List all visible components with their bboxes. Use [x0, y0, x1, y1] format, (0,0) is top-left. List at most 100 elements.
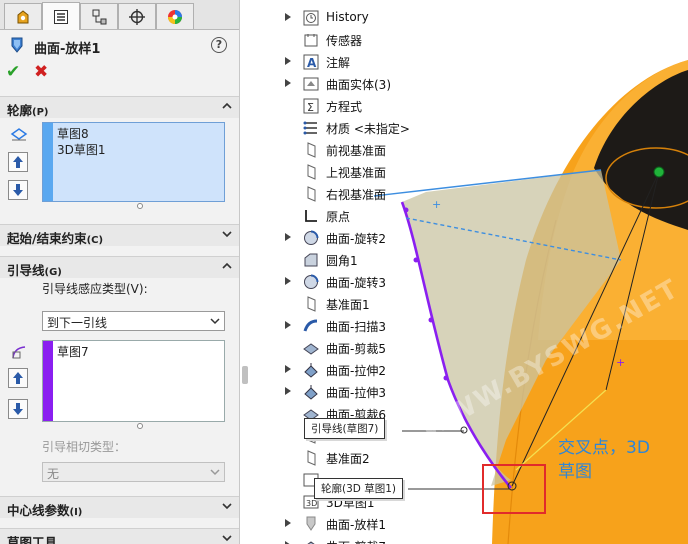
section-centerline-header[interactable]: 中心线参数(I) [0, 496, 239, 518]
help-button[interactable]: ? [211, 37, 227, 53]
tab-property-manager[interactable] [42, 2, 80, 30]
chevron-right-icon[interactable] [284, 364, 292, 374]
chevron-up-icon [222, 102, 232, 109]
list-item[interactable]: 3D草图1 [57, 141, 106, 158]
svg-text:Σ: Σ [307, 101, 314, 114]
fillet-icon [304, 253, 318, 267]
chevron-down-icon [222, 231, 232, 238]
profile-selection-icon [10, 128, 28, 141]
tree-node-label: 曲面-扫描3 [326, 320, 386, 334]
list-resize-handle[interactable] [137, 423, 143, 429]
plane-icon [307, 296, 316, 312]
origin-icon [305, 210, 317, 222]
guide-move-down-button[interactable] [8, 399, 28, 419]
arrow-down-icon [13, 403, 23, 415]
tab-configuration-manager[interactable] [80, 3, 118, 29]
property-manager-panel: 曲面-放样1 ? ✔ ✖ 轮廓(P) 草图8 3D草图1 起始/结束约束(C) [0, 0, 240, 544]
list-item[interactable]: 草图8 [57, 125, 89, 142]
feature-manager-icon [17, 9, 29, 23]
chevron-right-icon[interactable] [284, 56, 292, 66]
annotation-line1: 交叉点，3D [558, 438, 650, 458]
section-start-end-key: (C) [86, 235, 104, 246]
splitter-grip[interactable] [242, 366, 248, 384]
svg-text:A: A [307, 56, 317, 70]
list-resize-handle[interactable] [137, 203, 143, 209]
sensor-icon [304, 34, 318, 47]
chevron-right-icon[interactable] [284, 78, 292, 88]
chevron-right-icon[interactable] [284, 232, 292, 242]
guide-influence-select[interactable]: 到下一引线 [42, 311, 225, 331]
chevron-down-icon [210, 469, 220, 476]
guide-tangent-select[interactable]: 无 [42, 462, 225, 482]
plus-marker: + [616, 356, 625, 369]
surface-sweep-icon [303, 319, 318, 332]
tree-node-label: 原点 [326, 210, 351, 224]
profile-color-bar [43, 123, 53, 201]
intersection-highlight-box [482, 464, 546, 514]
surface-loft-icon [11, 37, 23, 53]
tree-node-label: 右视基准面 [326, 188, 387, 202]
chevron-up-icon [222, 262, 232, 269]
cancel-button[interactable]: ✖ [34, 62, 48, 82]
surface-trim-icon [303, 343, 319, 355]
surface-revolve-icon [304, 230, 319, 245]
tree-node-label: 曲面-拉伸3 [326, 386, 386, 400]
chevron-right-icon[interactable] [284, 276, 292, 286]
tree-node-label: 曲面-旋转2 [326, 232, 386, 246]
plane-icon [307, 450, 316, 466]
section-profile-header[interactable]: 轮廓(P) [0, 96, 239, 118]
guide-list[interactable]: 草图7 [42, 340, 225, 422]
move-down-button[interactable] [8, 180, 28, 200]
guide-point [428, 317, 434, 323]
section-sketch-tools-header[interactable]: 草图工具 [0, 528, 239, 544]
manager-tabs [0, 0, 239, 30]
callout-profile: 轮廓(3D 草图1) [314, 478, 403, 499]
ok-button[interactable]: ✔ [6, 62, 20, 82]
section-start-end-title: 起始/结束约束 [7, 231, 87, 246]
chevron-right-icon[interactable] [284, 12, 292, 22]
dimxpert-icon [129, 8, 145, 25]
configuration-manager-icon [92, 9, 107, 24]
chevron-right-icon[interactable] [284, 540, 292, 544]
guide-point [443, 375, 449, 381]
guide-curve-icon [12, 346, 26, 359]
history-icon [303, 10, 319, 26]
annotation-text: 交叉点，3D 草图 [558, 436, 650, 484]
tree-node-label: 基准面1 [326, 298, 370, 312]
chevron-right-icon[interactable] [284, 320, 292, 330]
tree-node-label: 前视基准面 [326, 144, 387, 158]
tree-node-label: 曲面-剪裁7 [326, 538, 386, 544]
chevron-down-icon [222, 535, 232, 542]
guide-tangent-value: 无 [47, 467, 60, 481]
tree-node-label: 基准面2 [326, 452, 370, 466]
guide-color-bar [43, 341, 53, 421]
chevron-right-icon[interactable] [284, 518, 292, 528]
tree-node-label: 注解 [326, 56, 351, 70]
move-up-button[interactable] [8, 152, 28, 172]
display-manager-icon [168, 9, 182, 24]
tree-node-label: 材质 <未指定> [326, 122, 410, 136]
svg-text:3D: 3D [306, 499, 317, 508]
list-item[interactable]: 草图7 [57, 343, 89, 360]
chevron-right-icon[interactable] [284, 386, 292, 396]
guide-tangent-label: 引导相切类型： [42, 440, 127, 454]
section-start-end-header[interactable]: 起始/结束约束(C) [0, 224, 239, 246]
guide-move-up-button[interactable] [8, 368, 28, 388]
tree-node-label: 圆角1 [326, 254, 358, 268]
section-sketch-tools-title: 草图工具 [7, 535, 58, 544]
tab-display-manager[interactable] [156, 3, 194, 29]
tab-feature-manager[interactable] [4, 3, 42, 29]
tab-dimxpert[interactable] [118, 3, 156, 29]
arrow-down-icon [13, 184, 23, 196]
plane-icon [307, 142, 316, 158]
sketch-point-green [653, 166, 665, 178]
arrow-up-icon [13, 372, 23, 384]
callout-guide: 引导线(草图7) [304, 418, 386, 439]
section-guide-header[interactable]: 引导线(G) [0, 256, 239, 278]
guide-point [413, 257, 419, 263]
feature-title: 曲面-放样1 [34, 42, 101, 57]
graphics-area[interactable]: + + History 传感器 A 注解 曲面实体(3) Σ 方程式 材质 <未指定> 前视基准… [256, 0, 688, 544]
profile-list[interactable]: 草图8 3D草图1 [42, 122, 225, 202]
chevron-down-icon [210, 318, 220, 325]
panel-splitter[interactable] [240, 0, 256, 544]
